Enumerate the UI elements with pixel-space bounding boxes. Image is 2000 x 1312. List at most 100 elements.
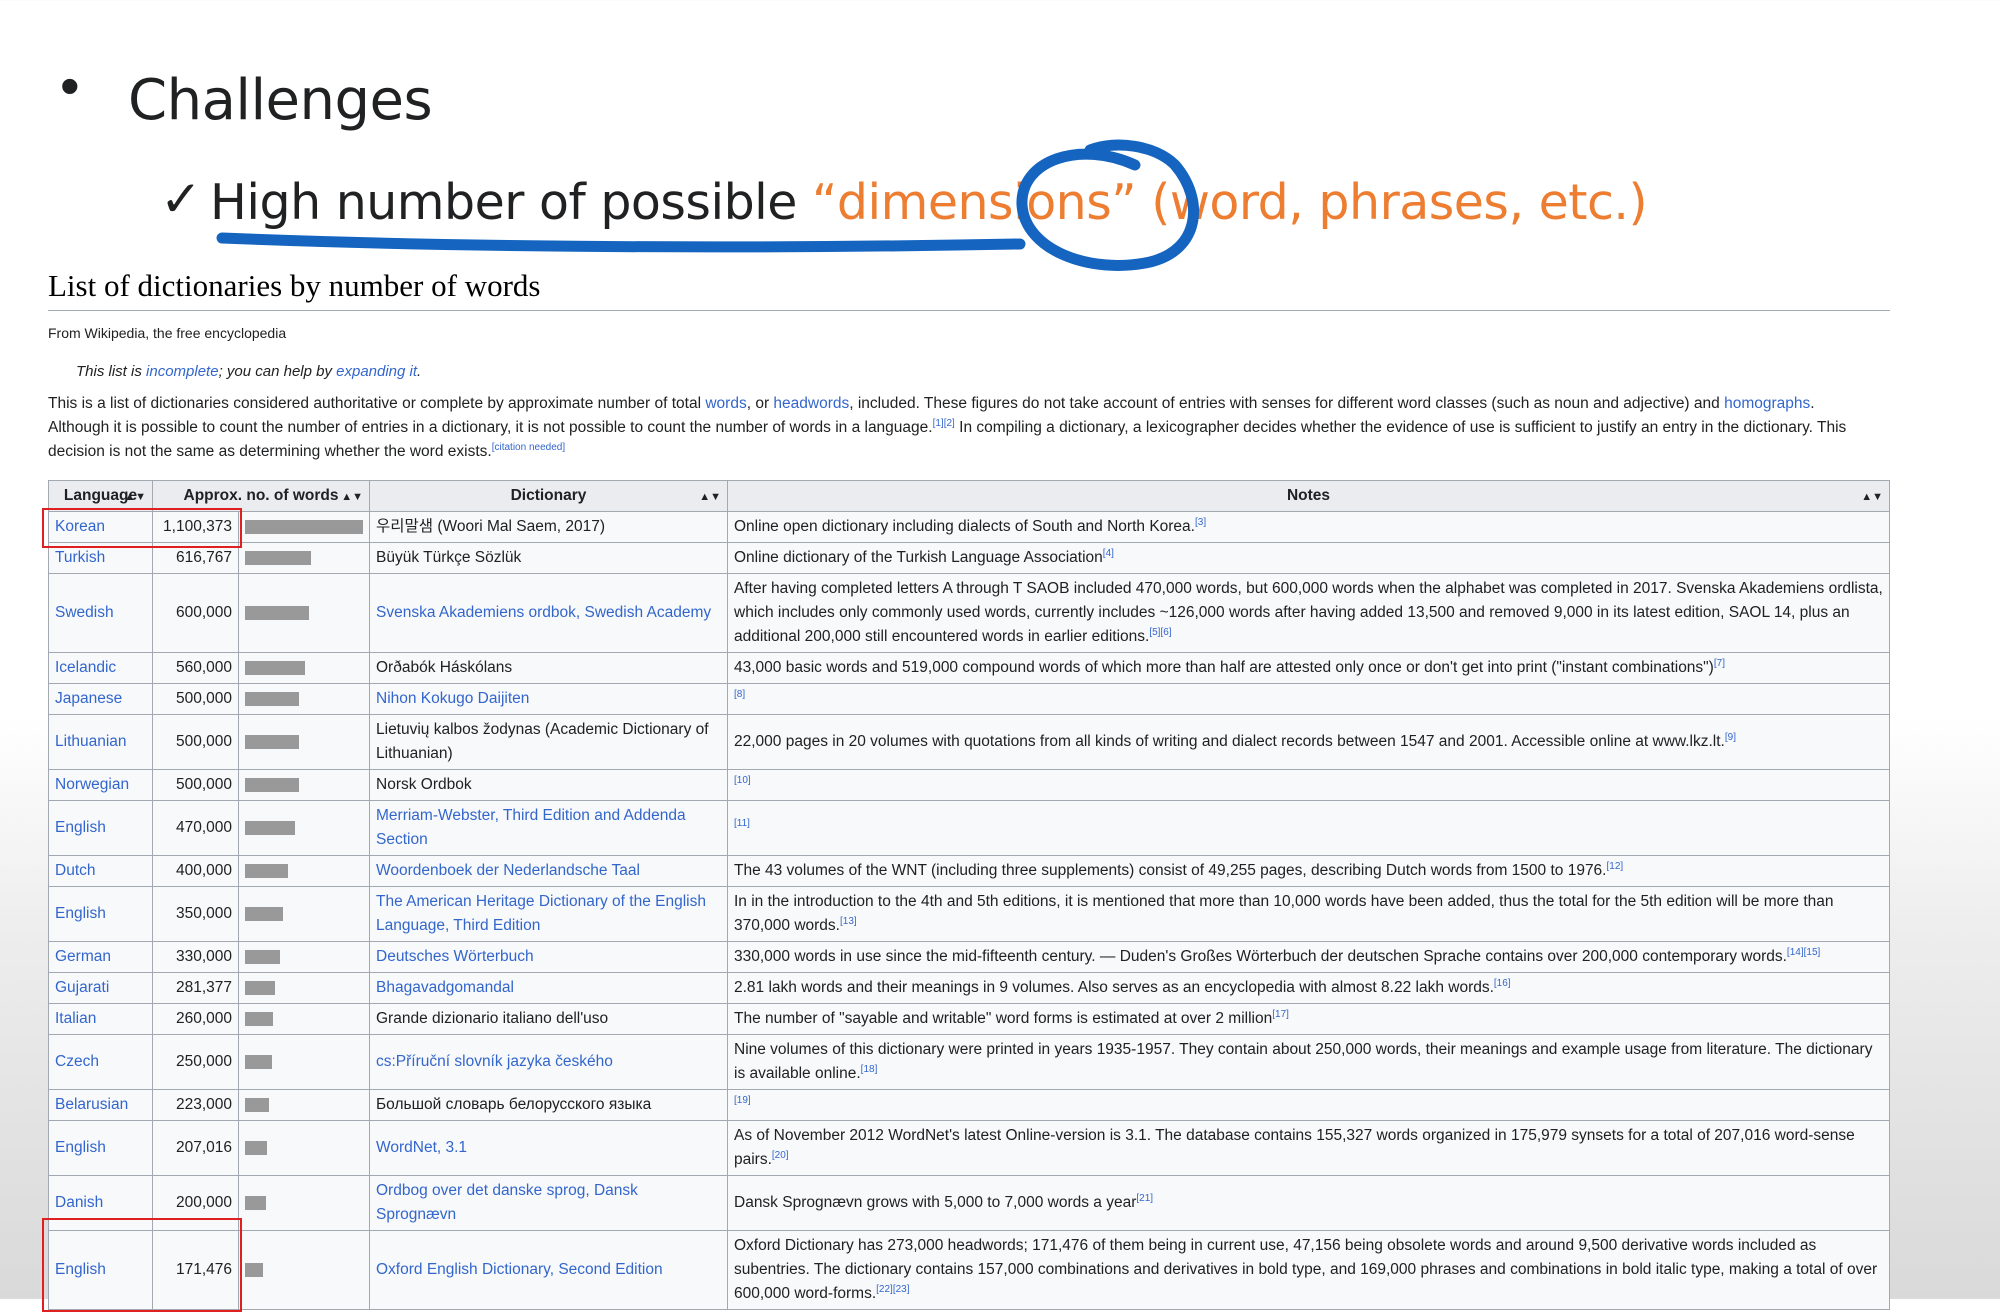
table-row: Korean 1,100,373 우리말샘 (Woori Mal Saem, 201… <box>48 511 1890 543</box>
dictionary-name[interactable]: Svenska Akademiens ordbok, Swedish Acade… <box>376 604 711 621</box>
language-link[interactable]: Swedish <box>55 604 114 621</box>
language-link[interactable]: Czech <box>55 1053 99 1070</box>
language-link[interactable]: Japanese <box>55 690 122 707</box>
dictionary-cell[interactable]: Nihon Kokugo Daijiten <box>369 683 728 715</box>
citation-needed-link[interactable]: [citation needed] <box>492 442 565 453</box>
language-link[interactable]: Turkish <box>55 549 105 566</box>
language-link[interactable]: Italian <box>55 1010 96 1027</box>
citation-link[interactable]: [9] <box>1725 732 1736 743</box>
dictionary-name[interactable]: Bhagavadgomandal <box>376 979 514 996</box>
incomplete-link[interactable]: incomplete <box>146 363 219 380</box>
table-row: Belarusian 223,000 Большой словарь белорус… <box>48 1089 1890 1121</box>
language-cell[interactable]: Dutch <box>48 855 153 887</box>
citation-link[interactable]: [16] <box>1494 978 1511 989</box>
citation-link[interactable]: [14][15] <box>1787 947 1820 958</box>
language-cell[interactable]: Swedish <box>48 573 153 653</box>
dictionary-cell[interactable]: Woordenboek der Nederlandsche Taal <box>369 855 728 887</box>
sort-icon[interactable]: ▲▼ <box>699 485 721 509</box>
language-cell[interactable]: Norwegian <box>48 769 153 801</box>
notes-cell: Online dictionary of the Turkish Languag… <box>727 542 1890 574</box>
header-notes[interactable]: Notes ▲▼ <box>727 480 1890 512</box>
citation-link[interactable]: [12] <box>1607 861 1624 872</box>
dictionary-name[interactable]: Merriam-Webster, Third Edition and Adden… <box>376 807 686 848</box>
header-label: Notes <box>1286 487 1331 504</box>
dictionary-cell: Большой словарь белорусского языка <box>369 1089 728 1121</box>
dictionary-name[interactable]: WordNet, 3.1 <box>376 1139 467 1156</box>
dictionary-name[interactable]: Ordbog over det danske sprog, Dansk Spro… <box>376 1182 638 1223</box>
notes-cell: 22,000 pages in 20 volumes with quotatio… <box>727 714 1890 770</box>
dictionary-cell[interactable]: Bhagavadgomandal <box>369 972 728 1004</box>
dictionary-name[interactable]: Nihon Kokugo Daijiten <box>376 690 529 707</box>
language-cell[interactable]: Icelandic <box>48 652 153 684</box>
language-link[interactable]: Norwegian <box>55 776 129 793</box>
citation-link[interactable]: [8] <box>734 689 745 700</box>
language-link[interactable]: German <box>55 948 111 965</box>
language-cell[interactable]: English <box>48 886 153 942</box>
citation-link[interactable]: [7] <box>1714 658 1725 669</box>
dictionary-cell[interactable]: Oxford English Dictionary, Second Editio… <box>369 1230 728 1310</box>
dictionary-name[interactable]: cs:Příruční slovník jazyka českého <box>376 1053 613 1070</box>
dictionary-cell[interactable]: WordNet, 3.1 <box>369 1120 728 1176</box>
header-words[interactable]: Approx. no. of words ▲▼ <box>152 480 370 512</box>
language-cell[interactable]: Italian <box>48 1003 153 1035</box>
word-count-cell: 207,016 <box>152 1120 239 1176</box>
language-link[interactable]: English <box>55 905 106 922</box>
citation-link[interactable]: [18] <box>861 1064 878 1075</box>
sort-icon[interactable]: ▲▼ <box>124 485 146 509</box>
dictionary-cell[interactable]: cs:Příruční slovník jazyka českého <box>369 1034 728 1090</box>
notes-text: In in the introduction to the 4th and 5t… <box>734 893 1834 934</box>
slide-heading: Challenges <box>128 68 433 133</box>
citation-link[interactable]: [10] <box>734 775 751 786</box>
citation-link[interactable]: [17] <box>1272 1009 1289 1020</box>
word-count-bar <box>245 550 311 565</box>
language-cell[interactable]: Gujarati <box>48 972 153 1004</box>
dictionary-name[interactable]: Deutsches Wörterbuch <box>376 948 534 965</box>
sort-icon[interactable]: ▲▼ <box>1861 485 1883 509</box>
citation-link[interactable]: [1][2] <box>933 418 955 429</box>
citation-link[interactable]: [4] <box>1103 548 1114 559</box>
citation-link[interactable]: [3] <box>1195 517 1206 528</box>
language-cell[interactable]: Lithuanian <box>48 714 153 770</box>
citation-link[interactable]: [13] <box>840 916 857 927</box>
language-cell[interactable]: Belarusian <box>48 1089 153 1121</box>
language-link[interactable]: Lithuanian <box>55 733 127 750</box>
citation-link[interactable]: [20] <box>772 1150 789 1161</box>
sort-icon[interactable]: ▲▼ <box>341 485 363 509</box>
dictionary-cell[interactable]: Ordbog over det danske sprog, Dansk Spro… <box>369 1175 728 1231</box>
headwords-link[interactable]: headwords <box>773 395 849 412</box>
language-link[interactable]: Danish <box>55 1194 103 1211</box>
citation-link[interactable]: [11] <box>734 818 750 829</box>
language-link[interactable]: Dutch <box>55 862 96 879</box>
language-cell[interactable]: Czech <box>48 1034 153 1090</box>
language-link[interactable]: Icelandic <box>55 659 116 676</box>
language-link[interactable]: English <box>55 819 106 836</box>
citation-link[interactable]: [21] <box>1136 1193 1153 1204</box>
dictionary-cell[interactable]: Deutsches Wörterbuch <box>369 941 728 973</box>
notes-text: The number of "sayable and writable" wor… <box>734 1010 1273 1027</box>
dictionary-name[interactable]: Woordenboek der Nederlandsche Taal <box>376 862 640 879</box>
header-dictionary[interactable]: Dictionary ▲▼ <box>369 480 728 512</box>
homographs-link[interactable]: homographs <box>1724 395 1810 412</box>
dictionary-cell[interactable]: The American Heritage Dictionary of the … <box>369 886 728 942</box>
dictionary-cell[interactable]: Merriam-Webster, Third Edition and Adden… <box>369 800 728 856</box>
language-cell[interactable]: Japanese <box>48 683 153 715</box>
language-cell[interactable]: English <box>48 800 153 856</box>
language-cell[interactable]: German <box>48 941 153 973</box>
citation-link[interactable]: [5][6] <box>1149 627 1171 638</box>
dictionary-name[interactable]: The American Heritage Dictionary of the … <box>376 893 706 934</box>
language-link[interactable]: Belarusian <box>55 1096 128 1113</box>
article-source: From Wikipedia, the free encyclopedia <box>48 325 287 341</box>
notes-cell: 2.81 lakh words and their meanings in 9 … <box>727 972 1890 1004</box>
expanding-link[interactable]: expanding it <box>336 363 417 380</box>
language-cell[interactable]: English <box>48 1120 153 1176</box>
notes-text: 2.81 lakh words and their meanings in 9 … <box>734 979 1494 996</box>
notes-cell: Dansk Sprognævn grows with 5,000 to 7,00… <box>727 1175 1890 1231</box>
dictionary-cell[interactable]: Svenska Akademiens ordbok, Swedish Acade… <box>369 573 728 653</box>
citation-link[interactable]: [19] <box>734 1095 751 1106</box>
citation-link[interactable]: [22][23] <box>876 1284 909 1295</box>
language-link[interactable]: Gujarati <box>55 979 109 996</box>
dictionary-name[interactable]: Oxford English Dictionary, Second Editio… <box>376 1261 663 1278</box>
header-language[interactable]: Language ▲▼ <box>48 480 153 512</box>
words-link[interactable]: words <box>705 395 746 412</box>
language-link[interactable]: English <box>55 1139 106 1156</box>
